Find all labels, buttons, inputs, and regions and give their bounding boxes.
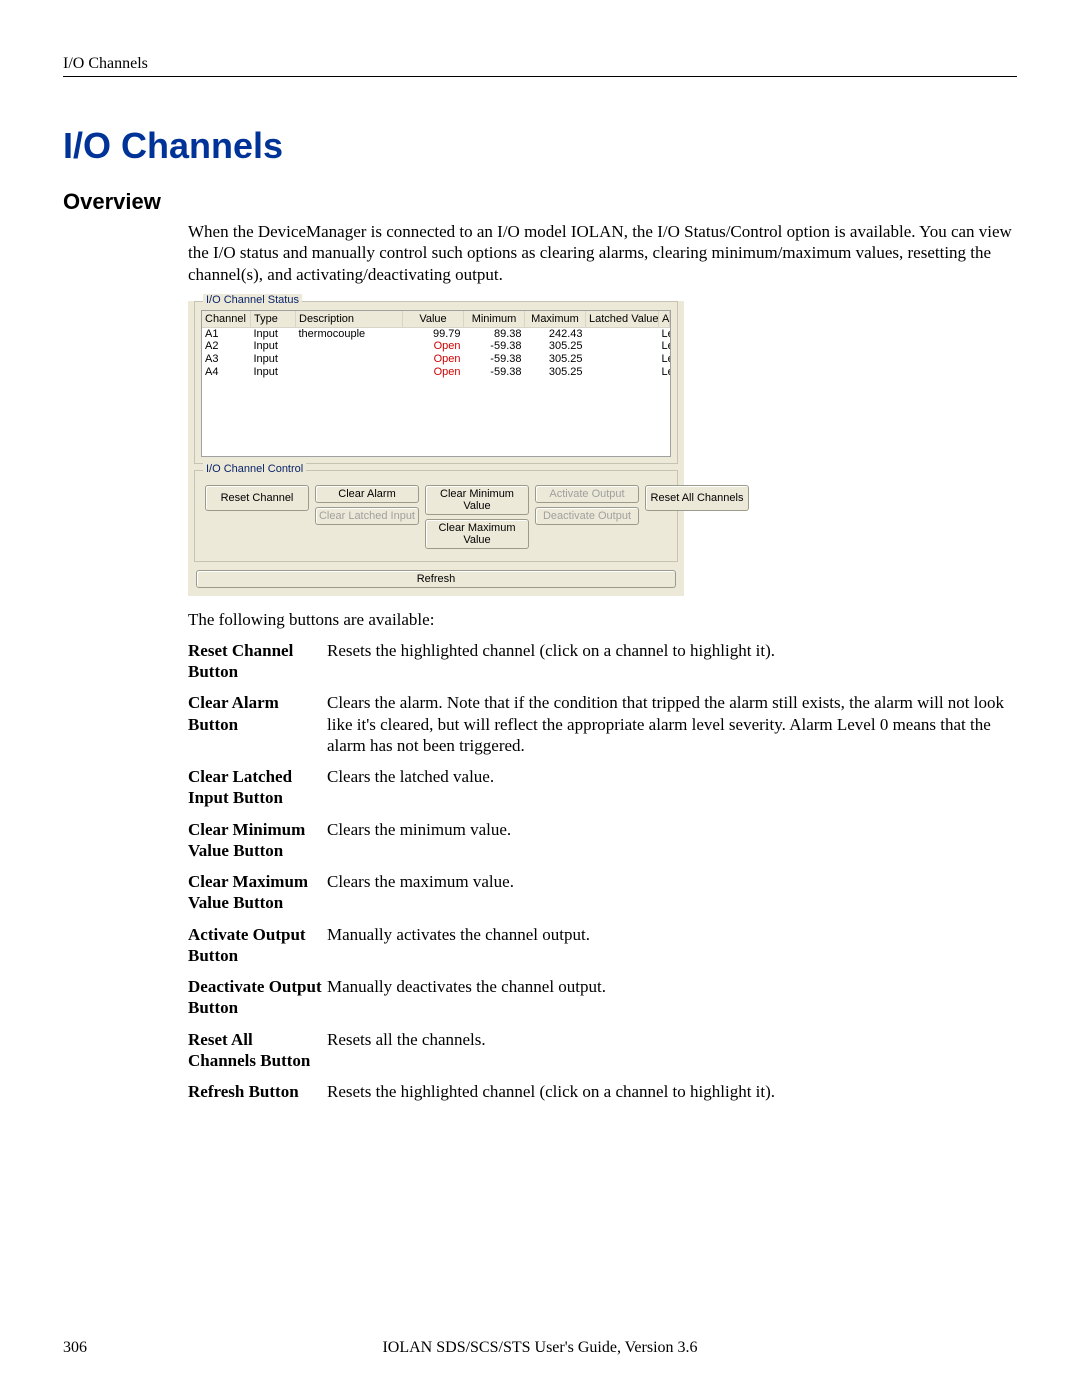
deactivate-output-button[interactable]: Deactivate Output	[535, 507, 639, 525]
button-definitions: Reset Channel ButtonResets the highlight…	[188, 640, 1017, 1103]
page-number: 306	[63, 1339, 263, 1357]
table-row[interactable]: A1Inputthermocouple99.7989.38242.43 Level…	[202, 327, 670, 340]
col-alarm[interactable]: Alarm	[659, 311, 670, 328]
clear-alarm-button[interactable]: Clear Alarm	[315, 485, 419, 503]
cell-alarm: Level 0	[659, 353, 670, 366]
definition-row: Reset All Channels ButtonResets all the …	[188, 1029, 1017, 1072]
io-control-group-label: I/O Channel Control	[203, 463, 306, 475]
cell-channel: A1	[202, 327, 251, 340]
definition-term: Reset All Channels Button	[188, 1029, 327, 1072]
cell-min: -59.38	[464, 353, 525, 366]
io-status-table: Channel Type Description Value Minimum M…	[202, 311, 670, 379]
io-control-group: I/O Channel Control Reset Channel Clear …	[194, 470, 678, 562]
definition-body: Clears the latched value.	[327, 766, 1017, 787]
col-value[interactable]: Value	[403, 311, 464, 328]
definition-body: Clears the alarm. Note that if the condi…	[327, 692, 1017, 756]
io-status-header-row: Channel Type Description Value Minimum M…	[202, 311, 670, 328]
definition-row: Clear Latched Input ButtonClears the lat…	[188, 766, 1017, 809]
cell-val: Open	[403, 340, 464, 353]
table-row[interactable]: A4Input Open-59.38305.25 Level 0	[202, 366, 670, 379]
guide-title: IOLAN SDS/SCS/STS User's Guide, Version …	[263, 1339, 817, 1357]
col-description[interactable]: Description	[296, 311, 403, 328]
io-panel: I/O Channel Status Channel Type Descript…	[188, 301, 684, 596]
cell-max: 242.43	[525, 327, 586, 340]
io-status-table-frame: Channel Type Description Value Minimum M…	[201, 310, 671, 457]
definition-row: Activate Output ButtonManually activates…	[188, 924, 1017, 967]
cell-alarm: Level 1	[659, 327, 670, 340]
cell-min: -59.38	[464, 366, 525, 379]
cell-channel: A2	[202, 340, 251, 353]
table-row[interactable]: A3Input Open-59.38305.25 Level 0	[202, 353, 670, 366]
definition-term: Activate Output Button	[188, 924, 327, 967]
definition-body: Clears the minimum value.	[327, 819, 1017, 840]
cell-alarm: Level 0	[659, 366, 670, 379]
definition-body: Resets the highlighted channel (click on…	[327, 1081, 1017, 1102]
definition-term: Deactivate Output Button	[188, 976, 327, 1019]
cell-val: 99.79	[403, 327, 464, 340]
definition-body: Manually activates the channel output.	[327, 924, 1017, 945]
definition-row: Reset Channel ButtonResets the highlight…	[188, 640, 1017, 683]
definition-row: Clear Minimum Value ButtonClears the min…	[188, 819, 1017, 862]
definition-body: Clears the maximum value.	[327, 871, 1017, 892]
activate-output-button[interactable]: Activate Output	[535, 485, 639, 503]
definition-term: Clear Latched Input Button	[188, 766, 327, 809]
col-maximum[interactable]: Maximum	[525, 311, 586, 328]
cell-type: Input	[251, 340, 296, 353]
header-rule	[63, 76, 1017, 77]
definition-row: Refresh ButtonResets the highlighted cha…	[188, 1081, 1017, 1102]
cell-max: 305.25	[525, 340, 586, 353]
definition-term: Clear Minimum Value Button	[188, 819, 327, 862]
cell-latched	[586, 366, 659, 379]
cell-val: Open	[403, 353, 464, 366]
table-row[interactable]: A2Input Open-59.38305.25 Level 0	[202, 340, 670, 353]
col-type[interactable]: Type	[251, 311, 296, 328]
definition-body: Resets the highlighted channel (click on…	[327, 640, 1017, 661]
cell-channel: A4	[202, 366, 251, 379]
cell-max: 305.25	[525, 366, 586, 379]
overview-heading: Overview	[63, 189, 1017, 215]
definition-row: Clear Maximum Value ButtonClears the max…	[188, 871, 1017, 914]
cell-latched	[586, 353, 659, 366]
io-status-group-label: I/O Channel Status	[203, 294, 302, 306]
cell-latched	[586, 327, 659, 340]
refresh-button[interactable]: Refresh	[196, 570, 676, 588]
running-head: I/O Channels	[63, 55, 1017, 73]
col-channel[interactable]: Channel	[202, 311, 251, 328]
definition-body: Resets all the channels.	[327, 1029, 1017, 1050]
cell-type: Input	[251, 327, 296, 340]
definition-row: Deactivate Output ButtonManually deactiv…	[188, 976, 1017, 1019]
cell-type: Input	[251, 366, 296, 379]
cell-latched	[586, 340, 659, 353]
clear-latched-input-button[interactable]: Clear Latched Input	[315, 507, 419, 525]
buttons-available-text: The following buttons are available:	[188, 610, 1017, 630]
cell-type: Input	[251, 353, 296, 366]
intro-paragraph: When the DeviceManager is connected to a…	[188, 221, 1017, 285]
clear-min-value-button[interactable]: Clear Minimum Value	[425, 485, 529, 515]
col-minimum[interactable]: Minimum	[464, 311, 525, 328]
cell-desc	[296, 353, 403, 366]
page-footer: 306 IOLAN SDS/SCS/STS User's Guide, Vers…	[63, 1339, 1017, 1357]
reset-all-channels-button[interactable]: Reset All Channels	[645, 485, 749, 511]
cell-desc: thermocouple	[296, 327, 403, 340]
cell-min: 89.38	[464, 327, 525, 340]
io-status-group: I/O Channel Status Channel Type Descript…	[194, 301, 678, 464]
cell-val: Open	[403, 366, 464, 379]
definition-row: Clear Alarm ButtonClears the alarm. Note…	[188, 692, 1017, 756]
cell-max: 305.25	[525, 353, 586, 366]
definition-term: Clear Maximum Value Button	[188, 871, 327, 914]
reset-channel-button[interactable]: Reset Channel	[205, 485, 309, 511]
col-latched[interactable]: Latched Value	[586, 311, 659, 328]
definition-term: Clear Alarm Button	[188, 692, 327, 735]
cell-desc	[296, 340, 403, 353]
definition-term: Refresh Button	[188, 1081, 327, 1102]
page-title: I/O Channels	[63, 125, 1017, 167]
cell-min: -59.38	[464, 340, 525, 353]
clear-max-value-button[interactable]: Clear Maximum Value	[425, 519, 529, 549]
definition-body: Manually deactivates the channel output.	[327, 976, 1017, 997]
cell-channel: A3	[202, 353, 251, 366]
definition-term: Reset Channel Button	[188, 640, 327, 683]
cell-alarm: Level 0	[659, 340, 670, 353]
cell-desc	[296, 366, 403, 379]
